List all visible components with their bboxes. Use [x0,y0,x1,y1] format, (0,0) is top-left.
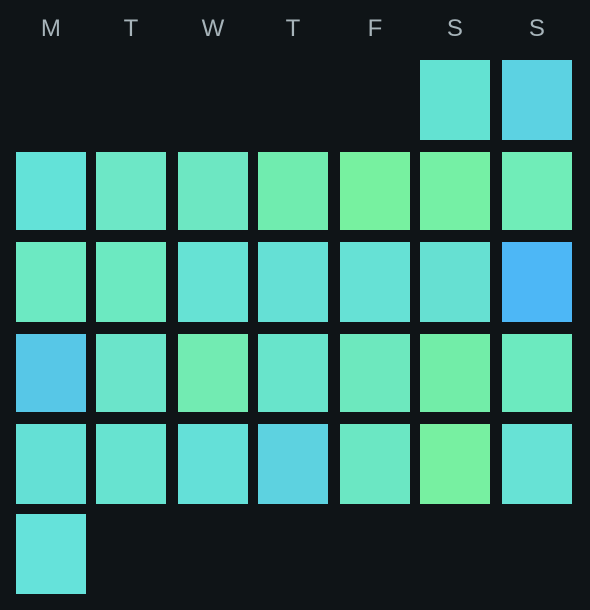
day-cell[interactable] [96,334,166,412]
day-cell[interactable] [258,152,328,230]
day-cell[interactable] [178,152,248,230]
day-cell[interactable] [178,424,248,504]
day-cell[interactable] [420,424,490,504]
day-cell[interactable] [178,242,248,322]
day-cell[interactable] [258,334,328,412]
day-cell[interactable] [420,152,490,230]
calendar-heatmap: MTWTFSS [0,0,590,610]
day-cell[interactable] [340,424,410,504]
day-cell[interactable] [420,242,490,322]
weekday-label-tuesday: T [123,15,139,42]
day-cell[interactable] [502,60,572,140]
day-cell[interactable] [420,334,490,412]
day-cell[interactable] [16,242,86,322]
day-cell[interactable] [420,60,490,140]
day-cell[interactable] [340,152,410,230]
day-cell[interactable] [258,242,328,322]
weekday-label-monday: M [40,15,62,42]
day-cell[interactable] [502,424,572,504]
weekday-label-sunday: S [528,15,546,42]
day-cell[interactable] [16,334,86,412]
weekday-label-saturday: S [446,15,464,42]
day-cell[interactable] [502,242,572,322]
weekday-label-thursday: T [285,15,301,42]
day-cell[interactable] [96,242,166,322]
day-cell[interactable] [502,334,572,412]
day-cell[interactable] [16,514,86,594]
day-cell[interactable] [178,334,248,412]
day-cell[interactable] [340,334,410,412]
weekday-label-wednesday: W [201,15,225,42]
day-cell[interactable] [96,424,166,504]
day-cell[interactable] [502,152,572,230]
weekday-label-friday: F [367,15,383,42]
day-cell[interactable] [96,152,166,230]
day-cell[interactable] [16,152,86,230]
day-cell[interactable] [258,424,328,504]
day-cell[interactable] [340,242,410,322]
day-cell[interactable] [16,424,86,504]
